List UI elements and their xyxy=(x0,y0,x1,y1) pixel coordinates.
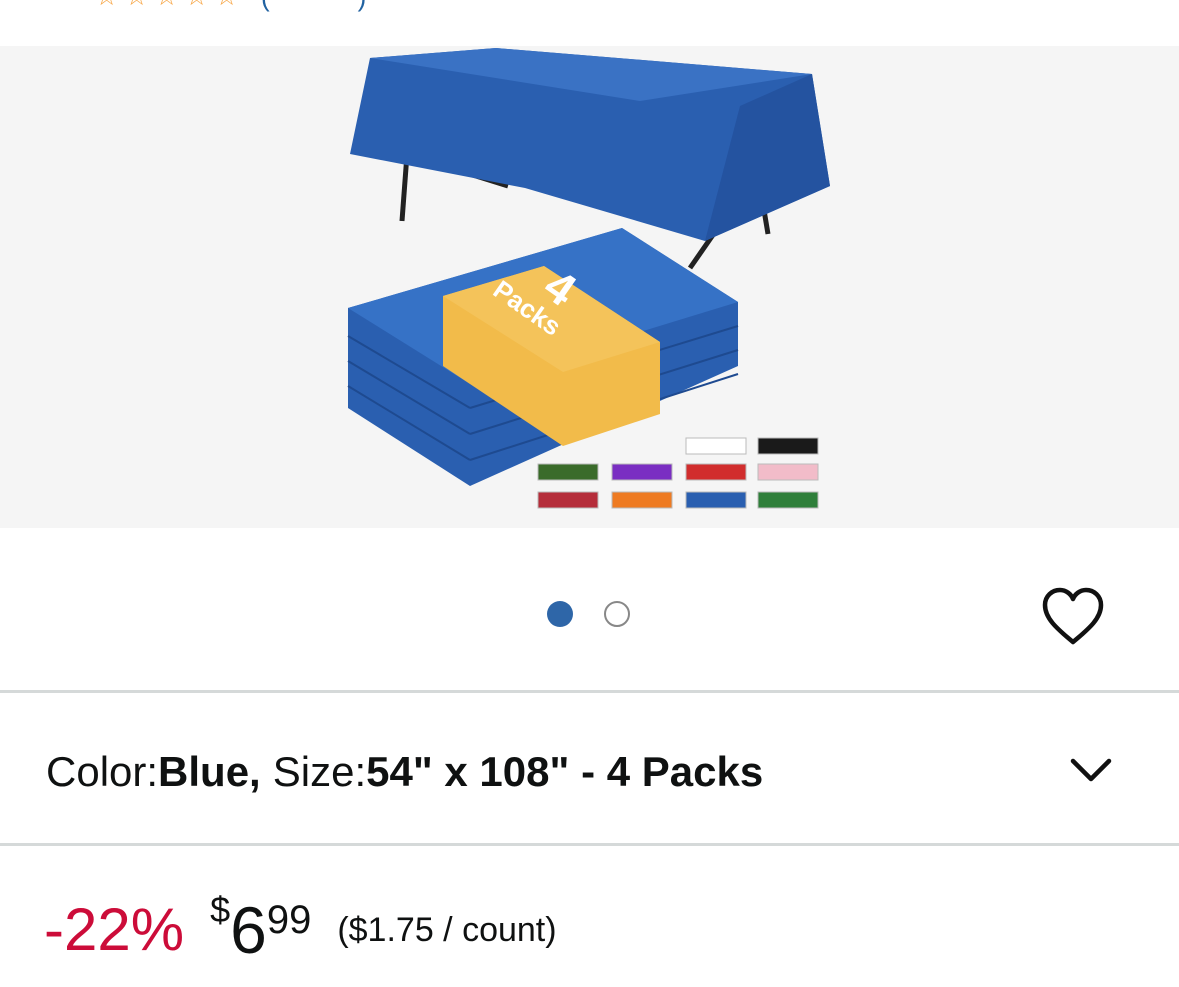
tablecloth-on-table xyxy=(350,48,830,241)
color-swatch xyxy=(537,463,599,481)
star-icon: ☆ xyxy=(185,0,213,10)
divider-bottom xyxy=(0,843,1179,846)
size-value: 54" x 108" - 4 Packs xyxy=(366,748,764,795)
discount-percent: -22% xyxy=(44,896,185,963)
color-swatch xyxy=(685,437,747,455)
price-currency: $ xyxy=(210,889,231,930)
product-image: 4 Packs xyxy=(347,48,830,509)
product-page: ☆ ☆ ☆ ☆ ☆ ( ) xyxy=(0,0,1179,987)
variation-selector[interactable]: Color: Blue, Size: 54" x 108" - 4 Packs xyxy=(46,742,763,802)
price-row: -22% $ 6 99 ($1.75 / count) xyxy=(44,880,557,980)
rating-count-open[interactable]: ( xyxy=(261,0,270,10)
color-swatch xyxy=(757,463,819,481)
chevron-down-icon[interactable] xyxy=(1068,752,1114,788)
color-swatch xyxy=(685,491,747,509)
color-swatches xyxy=(537,437,819,509)
color-value: Blue, xyxy=(158,748,261,795)
price-whole: 6 xyxy=(230,893,267,967)
size-key: Size: xyxy=(272,748,367,795)
folded-stack: 4 Packs xyxy=(347,228,739,486)
color-key: Color: xyxy=(46,748,159,795)
color-swatch xyxy=(611,491,673,509)
carousel-dot-1[interactable] xyxy=(547,601,573,627)
color-swatch xyxy=(537,491,599,509)
star-icon: ☆ xyxy=(125,0,153,10)
star-icon: ☆ xyxy=(95,0,123,10)
price-fraction: 99 xyxy=(266,898,312,942)
star-icon: ☆ xyxy=(155,0,183,10)
color-swatch xyxy=(757,437,819,455)
price: $ 6 99 xyxy=(210,880,311,980)
color-swatch xyxy=(611,463,673,481)
heart-icon[interactable] xyxy=(1040,586,1106,648)
rating-row[interactable]: ☆ ☆ ☆ ☆ ☆ ( ) xyxy=(95,0,367,10)
carousel-dots xyxy=(547,601,630,627)
carousel-dot-2[interactable] xyxy=(604,601,630,627)
star-rating: ☆ ☆ ☆ ☆ ☆ xyxy=(95,0,243,10)
divider-top xyxy=(0,690,1179,693)
rating-count-close[interactable]: ) xyxy=(358,0,367,10)
star-icon: ☆ xyxy=(215,0,243,10)
unit-price: ($1.75 / count) xyxy=(337,911,557,949)
color-swatch xyxy=(757,491,819,509)
product-image-gallery[interactable]: 4 Packs xyxy=(0,46,1179,528)
color-swatch xyxy=(685,463,747,481)
